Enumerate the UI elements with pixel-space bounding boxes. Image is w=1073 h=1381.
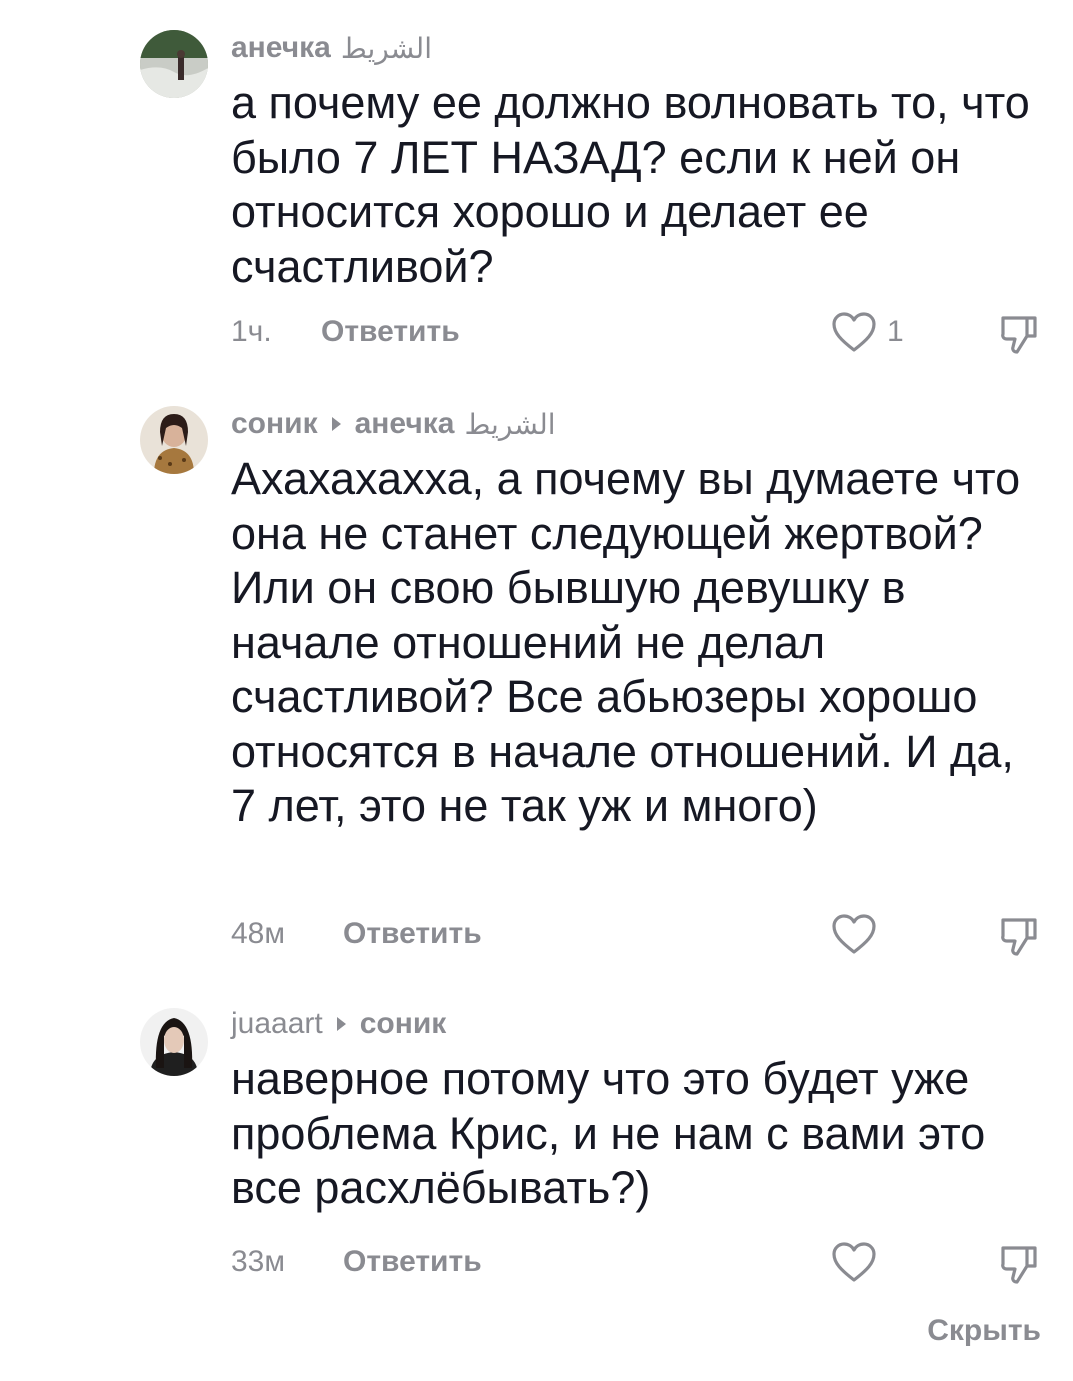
comment-time: 48м (231, 917, 285, 950)
dislike-button[interactable] (997, 312, 1041, 364)
reply-arrow-icon (331, 417, 341, 431)
comment-actions: 33м Ответить (231, 1238, 1041, 1286)
like-count: 1 (887, 315, 904, 348)
avatar[interactable] (140, 406, 208, 474)
hide-replies-button[interactable]: Скрыть (927, 1314, 1041, 1348)
reply-button[interactable]: Ответить (343, 1245, 482, 1279)
comment-header: juaaart соник (231, 1004, 446, 1044)
comment-time: 1ч. (231, 315, 272, 348)
author-name[interactable]: juaaart (231, 1007, 323, 1041)
reply-button[interactable]: Ответить (321, 315, 460, 349)
comment-actions: 1ч. Ответить 1 (231, 308, 1041, 356)
like-button[interactable]: 1 (831, 308, 904, 356)
comment-text: а почему ее должно волновать то, что был… (231, 77, 1030, 292)
author-name[interactable]: соник (231, 407, 318, 441)
like-button[interactable] (831, 910, 887, 958)
reply-button[interactable]: Ответить (343, 917, 482, 951)
avatar-photo-icon (140, 1008, 208, 1076)
avatar[interactable] (140, 30, 208, 98)
comment-text: Ахахахахха, а почему вы думаете что она … (231, 453, 1021, 831)
author-name[interactable]: анечка (231, 31, 331, 65)
reply-arrow-icon (336, 1017, 346, 1031)
avatar-photo-icon (140, 406, 208, 474)
reply-to-name[interactable]: соник (360, 1007, 447, 1041)
heart-outline-icon (832, 914, 876, 954)
thumbs-down-icon (1001, 918, 1037, 956)
thumbs-down-icon (1001, 1246, 1037, 1284)
dislike-button[interactable] (997, 1242, 1041, 1294)
comment-text: наверное потому что это будет уже пробле… (231, 1053, 986, 1213)
author-tag: الشريط (464, 408, 556, 440)
dislike-button[interactable] (997, 914, 1041, 966)
heart-outline-icon (832, 312, 876, 352)
avatar[interactable] (140, 1008, 208, 1076)
like-button[interactable] (831, 1238, 887, 1286)
comment-actions: 48м Ответить (231, 910, 1041, 958)
avatar-photo-icon (140, 30, 208, 98)
reply-to-name[interactable]: анечка (355, 407, 455, 441)
heart-outline-icon (832, 1242, 876, 1282)
comment-header: анечка الشريط (231, 28, 432, 68)
comment-header: соник анечка الشريط (231, 404, 556, 444)
comment-time: 33м (231, 1245, 285, 1278)
author-tag: الشريط (340, 32, 432, 64)
thumbs-down-icon (1001, 316, 1037, 354)
